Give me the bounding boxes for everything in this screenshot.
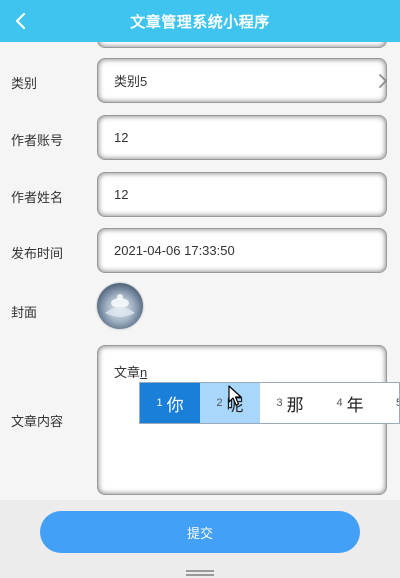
publish-time-input[interactable]: 2021-04-06 17:33:50 — [97, 228, 387, 273]
category-select[interactable]: 类别5 — [97, 58, 387, 103]
publish-time-value: 2021-04-06 17:33:50 — [114, 243, 235, 258]
footer-bar: 提交 — [0, 500, 400, 578]
content-composing-text: n — [140, 365, 148, 380]
author-account-input[interactable]: 12 — [97, 115, 387, 160]
category-value: 类别5 — [114, 74, 148, 89]
submit-button[interactable]: 提交 — [40, 511, 360, 553]
cover-label: 封面 — [11, 305, 38, 320]
cover-image[interactable] — [97, 283, 143, 329]
app-header: 文章管理系统小程序 — [0, 0, 400, 42]
chevron-left-icon — [15, 12, 26, 30]
mouse-pointer-icon — [228, 385, 242, 406]
ime-candidate-3[interactable]: 3那 — [260, 383, 320, 423]
back-button[interactable] — [6, 6, 36, 36]
author-account-label: 作者账号 — [11, 133, 64, 148]
ime-candidate-1[interactable]: 1你 — [140, 383, 200, 423]
content-label: 文章内容 — [11, 414, 64, 429]
author-name-input[interactable]: 12 — [97, 172, 387, 217]
publish-time-label: 发布时间 — [11, 246, 64, 261]
page-title: 文章管理系统小程序 — [130, 13, 270, 31]
cover-thumbnail-graphic — [105, 294, 135, 317]
author-name-label: 作者姓名 — [11, 190, 64, 205]
category-label: 类别 — [11, 76, 38, 91]
ime-candidate-5[interactable]: 5 — [380, 383, 399, 423]
drag-handle-icon[interactable] — [186, 570, 214, 576]
content-committed-text: 文章 — [114, 365, 141, 380]
ime-candidate-bar: 1你 2呢 3那 4年 5 — [139, 382, 400, 424]
chevron-right-icon[interactable] — [376, 74, 390, 88]
article-form: 类别 类别5 作者账号 12 作者姓名 12 发布时间 2021-04-06 1… — [0, 42, 400, 500]
previous-field[interactable] — [97, 42, 387, 48]
author-account-value: 12 — [114, 130, 129, 145]
ime-candidate-4[interactable]: 4年 — [320, 383, 380, 423]
author-name-value: 12 — [114, 187, 129, 202]
